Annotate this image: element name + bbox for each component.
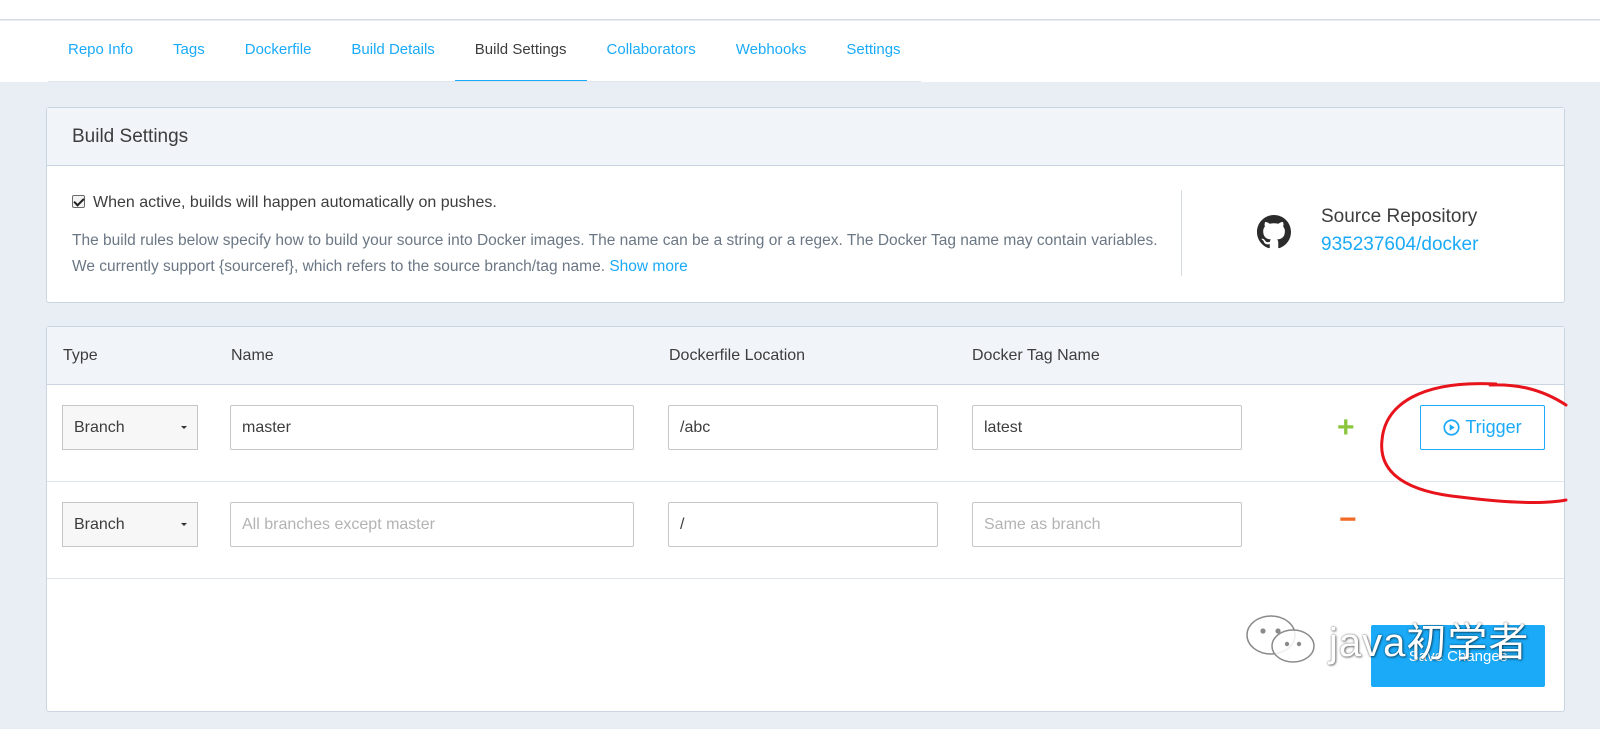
tab-webhooks[interactable]: Webhooks [716,21,827,81]
add-rule-button[interactable]: + [1337,413,1355,443]
tab-settings[interactable]: Settings [826,21,920,81]
docker-tag-input[interactable] [972,405,1242,450]
top-strip [0,0,1600,20]
tab-build-details[interactable]: Build Details [331,21,454,81]
source-repository-label: Source Repository [1321,206,1478,227]
show-more-link[interactable]: Show more [609,258,687,275]
trigger-button[interactable]: Trigger [1420,405,1545,450]
source-name-input[interactable] [230,502,634,547]
dockerfile-location-input[interactable] [668,405,938,450]
autobuild-checkbox[interactable] [72,194,85,208]
build-settings-body: When active, builds will happen automati… [47,166,1564,302]
autobuild-option: When active, builds will happen automati… [72,194,497,212]
autobuild-label: When active, builds will happen automati… [93,194,497,211]
save-changes-button[interactable]: Save Changes [1371,625,1545,687]
tab-bar: Repo Info Tags Dockerfile Build Details … [0,21,1600,82]
play-circle-icon [1443,419,1460,436]
panel-title: Build Settings [47,108,1564,166]
caret-down-icon [181,426,187,429]
source-type-select[interactable]: Branch [62,502,198,547]
divider [1181,190,1182,276]
tab-dockerfile[interactable]: Dockerfile [225,21,332,81]
tab-tags[interactable]: Tags [153,21,225,81]
source-type-select[interactable]: Branch [62,405,198,450]
column-type: Type [63,347,98,364]
column-name: Name [231,347,274,364]
remove-rule-button[interactable]: − [1339,505,1357,535]
source-type-value: Branch [74,419,125,436]
trigger-label: Trigger [1465,417,1522,437]
build-rule-row: Branch − [47,482,1564,579]
build-rules-panel: Type Name Dockerfile Location Docker Tag… [46,326,1565,712]
tab-build-settings[interactable]: Build Settings [454,21,587,81]
build-rules-description: The build rules below specify how to bui… [72,228,1162,280]
source-type-value: Branch [74,516,125,533]
dockerfile-location-input[interactable] [668,502,938,547]
repo-tabs: Repo Info Tags Dockerfile Build Details … [48,21,921,82]
source-repository-link[interactable]: 935237604/docker [1321,234,1478,256]
caret-down-icon [181,523,187,526]
tab-repo-info[interactable]: Repo Info [48,21,153,81]
build-rule-row: Branch + Trigger [47,385,1564,482]
column-dockerfile-location: Dockerfile Location [669,347,806,364]
tab-collaborators[interactable]: Collaborators [587,21,716,81]
source-name-input[interactable] [230,405,634,450]
docker-tag-input[interactable] [972,502,1242,547]
column-docker-tag-name: Docker Tag Name [972,347,1100,364]
rules-header: Type Name Dockerfile Location Docker Tag… [47,327,1564,385]
build-settings-panel: Build Settings When active, builds will … [46,107,1565,303]
github-icon [1257,215,1291,249]
